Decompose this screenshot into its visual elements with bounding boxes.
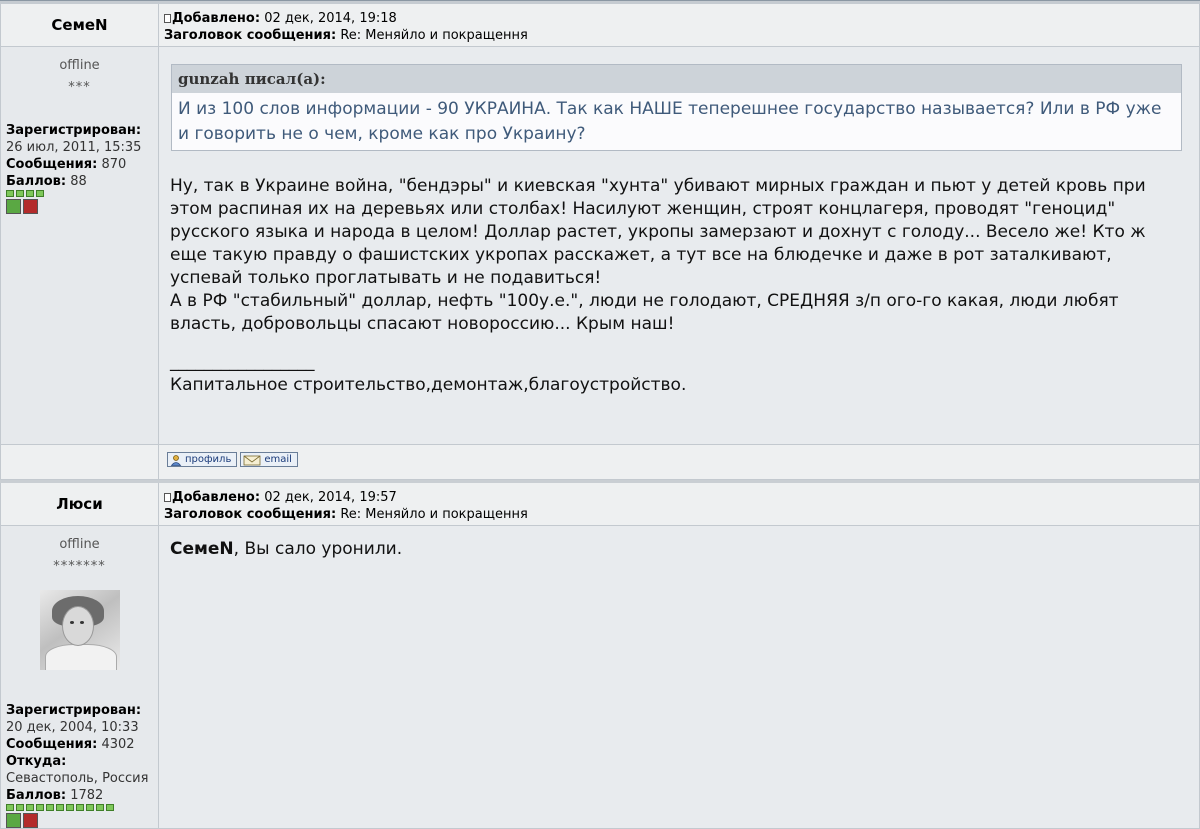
signature-text: Капитальное строительство,демонтаж,благо… — [170, 375, 687, 395]
vote-down-icon[interactable] — [23, 813, 38, 828]
author-profile-panel: offline ******* Зарегистрирован: 20 дек,… — [0, 526, 159, 829]
reputation-cell — [16, 804, 24, 811]
reputation-cell — [106, 804, 114, 811]
post-text: , Вы сало уронили. — [233, 539, 403, 559]
reputation-bar — [6, 190, 158, 197]
post-footer-right: профиль email — [159, 445, 1200, 480]
messages-count: 4302 — [101, 737, 135, 752]
post-subject-row: Заголовок сообщения: Re: Меняйло и покра… — [164, 27, 1199, 44]
post-meta-cell: Добавлено: 02 дек, 2014, 19:18 Заголовок… — [159, 4, 1200, 47]
post-document-icon[interactable] — [164, 493, 171, 502]
quote-text: И из 100 слов информации - 90 УКРАИНА. Т… — [178, 99, 1162, 144]
author-profile-panel: offline *** Зарегистрирован: 26 июл, 201… — [0, 47, 159, 445]
reputation-cell — [6, 190, 14, 197]
reputation-cell — [26, 190, 34, 197]
post-added-label: Добавлено: — [172, 490, 261, 505]
post-added-value: 02 дек, 2014, 19:57 — [264, 490, 397, 505]
registered-value: 26 июл, 2011, 15:35 — [6, 140, 142, 155]
post-added-label: Добавлено: — [172, 11, 261, 26]
quote-author: gunzah — [178, 70, 240, 88]
quote-header: gunzah писал(а): — [172, 65, 1181, 93]
user-icon — [170, 454, 182, 466]
post-subject-label: Заголовок сообщения: — [164, 507, 337, 522]
user-avatar[interactable] — [39, 590, 120, 670]
post-meta-cell: Добавлено: 02 дек, 2014, 19:57 Заголовок… — [159, 483, 1200, 526]
post-body-cell: СемеN, Вы сало уронили. — [159, 526, 1200, 829]
post-subject-value: Re: Меняйло и покращення — [340, 507, 528, 522]
quote-block: gunzah писал(а): И из 100 слов информаци… — [171, 64, 1182, 151]
points-label: Баллов: — [6, 788, 67, 803]
registered-label: Зарегистрирован: — [6, 123, 142, 138]
online-status: offline — [59, 537, 100, 552]
post-author-name[interactable]: Люси — [56, 495, 102, 513]
reputation-cell — [36, 804, 44, 811]
post-subject-row: Заголовок сообщения: Re: Меняйло и покра… — [164, 506, 1199, 523]
messages-label: Сообщения: — [6, 737, 98, 752]
reputation-cell — [26, 804, 34, 811]
reputation-cell — [96, 804, 104, 811]
post-footer-left — [0, 445, 159, 480]
location-value: Севастополь, Россия — [6, 771, 149, 786]
profile-button-label: профиль — [185, 454, 232, 465]
reputation-cell — [6, 804, 14, 811]
messages-count: 870 — [101, 157, 127, 172]
post-added-row: Добавлено: 02 дек, 2014, 19:57 — [164, 489, 1199, 506]
reputation-bar — [6, 804, 158, 811]
user-rank-stars: *** — [68, 80, 91, 95]
mentioned-user[interactable]: СемеN — [170, 539, 234, 559]
post-text-paragraph: Ну, так в Украине война, "бендэры" и кие… — [170, 176, 1146, 288]
reputation-cell — [36, 190, 44, 197]
post-author-name[interactable]: СемеN — [51, 16, 107, 34]
post-text-paragraph: А в РФ "стабильный" доллар, нефть "100у.… — [170, 291, 1119, 334]
messages-label: Сообщения: — [6, 157, 98, 172]
points-label: Баллов: — [6, 174, 67, 189]
post-added-value: 02 дек, 2014, 19:18 — [264, 11, 397, 26]
points-value: 1782 — [70, 788, 104, 803]
points-value: 88 — [70, 174, 87, 189]
reputation-cell — [16, 190, 24, 197]
registered-value: 20 дек, 2004, 10:33 — [6, 720, 139, 735]
reputation-cell — [86, 804, 94, 811]
email-button[interactable]: email — [240, 452, 298, 467]
reputation-cell — [66, 804, 74, 811]
email-button-label: email — [264, 454, 292, 465]
location-label: Откуда: — [6, 754, 67, 769]
envelope-icon — [243, 455, 261, 465]
vote-up-icon[interactable] — [6, 813, 21, 828]
vote-up-icon[interactable] — [6, 199, 21, 214]
signature-divider: _________________ — [170, 352, 315, 372]
post-added-row: Добавлено: 02 дек, 2014, 19:18 — [164, 10, 1199, 27]
post-document-icon[interactable] — [164, 14, 171, 23]
quote-header-suffix: писал(а): — [244, 70, 326, 88]
post-subject-label: Заголовок сообщения: — [164, 28, 337, 43]
forum-posts-table: СемеN Добавлено: 02 дек, 2014, 19:18 Заг… — [0, 4, 1200, 829]
profile-button[interactable]: профиль — [167, 452, 238, 467]
reputation-cell — [46, 804, 54, 811]
post-subject-value: Re: Меняйло и покращення — [340, 28, 528, 43]
post-author-cell: СемеN — [0, 4, 159, 47]
vote-down-icon[interactable] — [23, 199, 38, 214]
user-rank-stars: ******* — [53, 559, 106, 574]
registered-label: Зарегистрирован: — [6, 703, 142, 718]
reputation-cell — [56, 804, 64, 811]
reputation-cell — [76, 804, 84, 811]
post-author-cell: Люси — [0, 483, 159, 526]
post-text-paragraph: СемеN, Вы сало уронили. — [159, 538, 1199, 561]
vote-controls — [6, 813, 158, 828]
online-status: offline — [59, 58, 100, 73]
post-body-cell: gunzah писал(а): И из 100 слов информаци… — [159, 47, 1200, 445]
vote-controls — [6, 199, 158, 214]
